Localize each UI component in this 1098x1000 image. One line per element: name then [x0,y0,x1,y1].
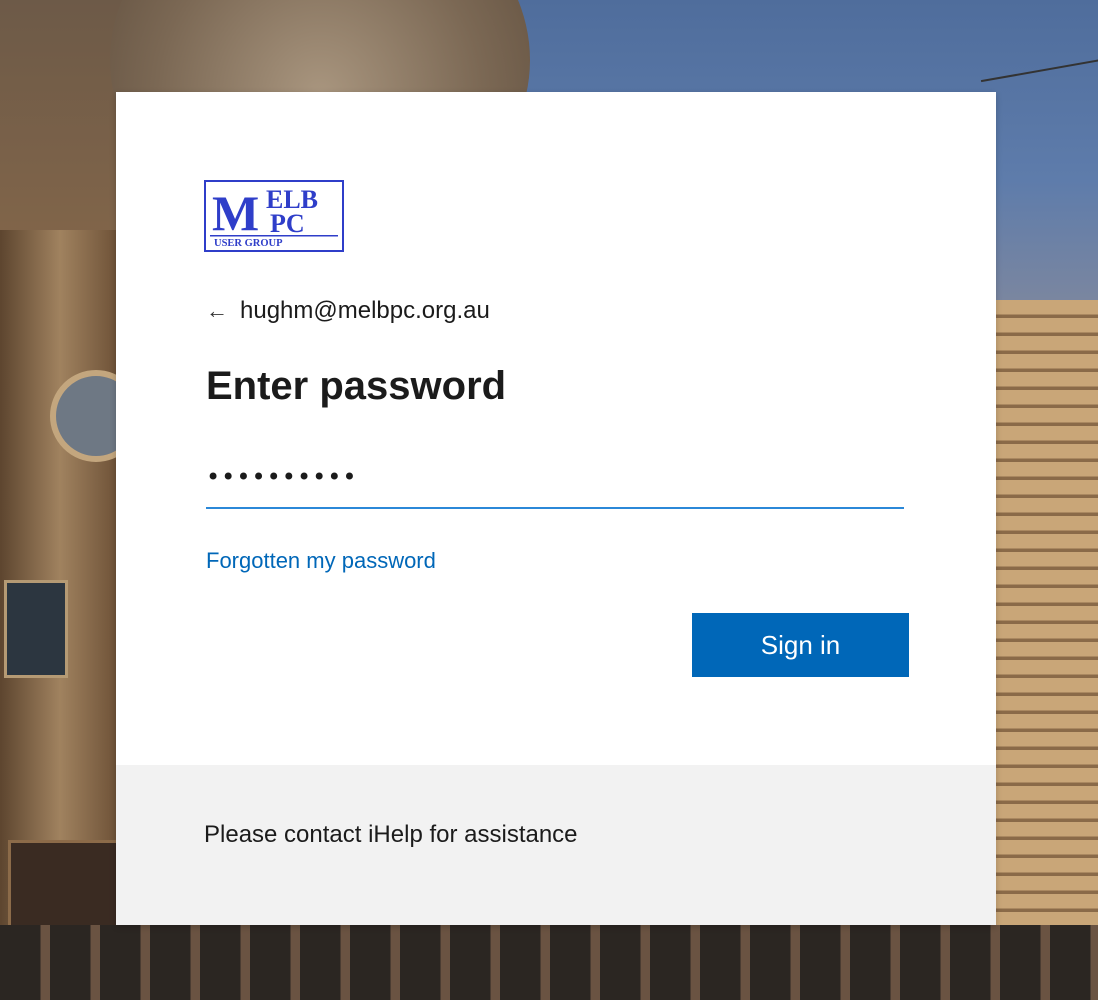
password-field-wrapper [206,447,904,509]
page-title: Enter password [206,364,507,408]
signin-card-body: M ELB PC USER GROUP ← hughm@melbpc.org.a… [116,92,996,765]
sign-in-button[interactable]: Sign in [692,613,909,677]
background-facade-right [996,300,1098,1000]
logo-text-user-group: USER GROUP [214,238,283,249]
password-input[interactable] [206,447,904,507]
background-facade-bottom [0,925,1098,1000]
melbpc-logo: M ELB PC USER GROUP [204,180,344,252]
forgot-password-link[interactable]: Forgotten my password [206,548,436,574]
background-window [4,580,68,678]
footer-help-text: Please contact iHelp for assistance [204,821,578,848]
signin-card: M ELB PC USER GROUP ← hughm@melbpc.org.a… [116,92,996,925]
identity-banner[interactable]: ← hughm@melbpc.org.au [206,295,490,327]
logo-letter-m: M [212,185,259,241]
back-arrow-icon[interactable]: ← [206,300,228,322]
signin-card-footer: Please contact iHelp for assistance [116,765,996,925]
logo-text-pc: PC [270,209,305,238]
identity-email: hughm@melbpc.org.au [240,297,490,324]
melbpc-logo-graphic: M ELB PC USER GROUP [210,185,338,249]
